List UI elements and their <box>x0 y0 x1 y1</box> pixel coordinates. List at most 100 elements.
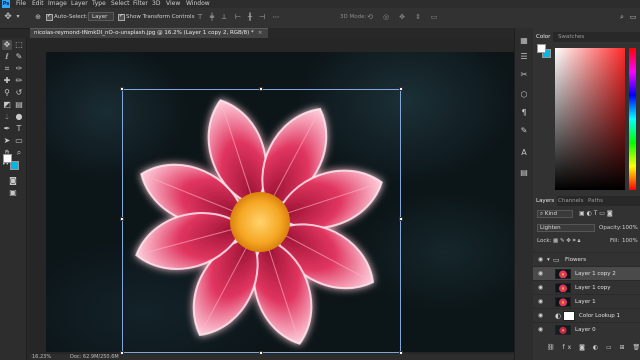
menu-window[interactable]: Window <box>186 0 210 8</box>
3d-slide-icon[interactable]: ⇕ <box>414 13 422 21</box>
align-right-icon[interactable]: ⊣ <box>258 13 266 21</box>
layer-row-layer-1-copy[interactable]: ◉ Layer 1 copy <box>533 280 640 294</box>
layer-row-layer-1-copy-2[interactable]: ◉ Layer 1 copy 2 <box>533 266 640 280</box>
stamp-icon[interactable]: ⚲ <box>2 88 12 98</box>
workspace-icon[interactable]: ▭ <box>629 13 637 21</box>
eyedropper-icon[interactable]: ✑ <box>14 64 24 74</box>
pen-icon[interactable]: ✒ <box>2 124 12 134</box>
adjustments-icon[interactable]: ✂ <box>519 70 529 80</box>
layer-row-color-lookup-1[interactable]: ◉ ◐ Color Lookup 1 <box>533 308 640 322</box>
align-left-icon[interactable]: ⊢ <box>234 13 242 21</box>
layer-row-flowers[interactable]: ◉ ▾ ▭ Flowers <box>533 252 640 266</box>
eye-icon[interactable]: ◉ <box>537 298 544 305</box>
right-panels: Color Swatches Layers Channels Paths ⌕ K… <box>533 28 640 360</box>
marquee-icon[interactable]: ⬚ <box>14 40 24 50</box>
tab-layers[interactable]: Layers <box>533 196 558 206</box>
crop-icon[interactable]: ⌗ <box>2 64 12 74</box>
eye-icon[interactable]: ◉ <box>537 326 544 333</box>
gradient-icon[interactable]: ▤ <box>14 100 24 110</box>
menu-select[interactable]: Select <box>111 0 130 8</box>
chevron-down-icon[interactable]: ▾ <box>547 257 550 263</box>
align-hcenter-icon[interactable]: ╫ <box>246 13 254 21</box>
move-tool-icon[interactable]: ✥ <box>4 13 12 22</box>
eye-icon[interactable]: ◉ <box>537 270 544 277</box>
show-transform-checkbox[interactable] <box>118 13 125 21</box>
tab-channels[interactable]: Channels <box>555 196 586 206</box>
eye-icon[interactable]: ◉ <box>537 312 544 319</box>
menu-3d[interactable]: 3D <box>152 0 160 8</box>
3d-icon[interactable]: ⬡ <box>519 90 529 100</box>
hue-slider[interactable] <box>629 48 636 190</box>
distribute-icon[interactable]: ⋯ <box>272 13 280 21</box>
3d-scale-icon[interactable]: ▭ <box>430 13 438 21</box>
path-select-icon[interactable]: ➤ <box>2 136 12 146</box>
menu-file[interactable]: File <box>16 0 26 8</box>
canvas-area[interactable] <box>30 38 532 354</box>
3d-rotate-icon[interactable]: ⟲ <box>366 13 374 21</box>
document-info: Doc: 62.9M/250.6M <box>70 354 119 360</box>
dodge-icon[interactable]: ● <box>14 112 24 122</box>
auto-select-checkbox[interactable] <box>46 13 53 21</box>
layer-filter-dropdown[interactable]: ⌕ Kind <box>537 210 573 218</box>
zoom-icon[interactable]: ⌕ <box>14 148 24 158</box>
align-bottom-icon[interactable]: ⊥ <box>220 13 228 21</box>
close-icon[interactable]: × <box>258 30 263 36</box>
menu-edit[interactable]: Edit <box>32 0 44 8</box>
layers-footer-icons[interactable]: ⛓ fx ◙ ◐ ▭ ⊞ 🗑︎ <box>547 344 640 351</box>
tab-paths[interactable]: Paths <box>585 196 606 206</box>
menu-type[interactable]: Type <box>92 0 106 8</box>
auto-select-target-value: Layer <box>92 14 108 20</box>
lasso-icon[interactable]: ℓ <box>2 52 12 62</box>
history-brush-icon[interactable]: ↺ <box>14 88 24 98</box>
quick-select-icon[interactable]: ✎ <box>14 52 24 62</box>
layer-row-layer-0[interactable]: ◉ Layer 0 <box>533 322 640 336</box>
eye-icon[interactable]: ◉ <box>537 256 544 263</box>
document-canvas[interactable] <box>46 52 518 352</box>
paragraph-icon[interactable]: ¶ <box>519 108 529 118</box>
zoom-level[interactable]: 16.23% <box>32 354 51 360</box>
screen-mode-icon[interactable]: ▣ <box>8 188 18 198</box>
properties-icon[interactable]: ☰ <box>519 52 529 62</box>
brush-settings-icon[interactable]: ✎ <box>519 126 529 136</box>
flower-image <box>135 99 383 345</box>
tool-preset-icon[interactable]: ⊕ <box>34 13 42 21</box>
3d-drag-icon[interactable]: ✥ <box>398 13 406 21</box>
opacity-value[interactable]: 100% <box>622 225 638 231</box>
flower-center <box>230 192 290 252</box>
search-icon[interactable]: ⌕ <box>618 13 626 21</box>
show-transform-label: Show Transform Controls <box>126 14 195 20</box>
filter-icons[interactable]: ▣ ◐ T ▭ ◙ <box>579 210 613 217</box>
saturation-brightness-field[interactable] <box>555 48 625 190</box>
3d-roll-icon[interactable]: ◎ <box>382 13 390 21</box>
layer-row-layer-1[interactable]: ◉ Layer 1 <box>533 294 640 308</box>
quick-mask-icon[interactable]: ◙ <box>8 176 18 186</box>
align-top-icon[interactable]: ⊤ <box>196 13 204 21</box>
healing-icon[interactable]: ✚ <box>2 76 12 86</box>
libraries-icon[interactable]: ▤ <box>519 168 529 178</box>
auto-select-label: Auto-Select: <box>54 14 88 20</box>
type-icon[interactable]: T <box>14 124 24 134</box>
character-icon[interactable]: A <box>519 148 529 158</box>
eraser-icon[interactable]: ◩ <box>2 100 12 110</box>
shape-icon[interactable]: ▭ <box>14 136 24 146</box>
flower-petals <box>135 99 383 345</box>
brush-icon[interactable]: ✏ <box>14 76 24 86</box>
menu-view[interactable]: View <box>166 0 180 8</box>
document-tab-title: nicolas-reymond-tNmkDI_nO-o-unsplash.jpg… <box>34 30 254 36</box>
color-foreground-swatch[interactable] <box>537 44 546 53</box>
blur-icon[interactable]: 💧︎ <box>2 112 12 122</box>
move-icon[interactable]: ✥ <box>2 40 12 50</box>
fill-value[interactable]: 100% <box>622 238 638 244</box>
menu-filter[interactable]: Filter <box>133 0 148 8</box>
blend-mode-dropdown[interactable]: Lighten <box>537 224 595 232</box>
foreground-color-swatch[interactable] <box>3 154 12 163</box>
menu-image[interactable]: Image <box>48 0 67 8</box>
align-vcenter-icon[interactable]: ╪ <box>208 13 216 21</box>
tools-panel: ✥ ⬚ ℓ ✎ ⌗ ✑ ✚ ✏ ⚲ ↺ ◩ ▤ 💧︎ ● ✒ T ➤ ▭ ✋︎ … <box>0 38 27 360</box>
menu-layer[interactable]: Layer <box>71 0 88 8</box>
lock-icons[interactable]: ▦ ✎ ✥ ⌗ 🔒︎ <box>553 238 580 245</box>
eye-icon[interactable]: ◉ <box>537 284 544 291</box>
auto-select-target-dropdown[interactable]: Layer <box>88 12 114 21</box>
chevron-down-icon[interactable]: ▾ <box>14 13 22 21</box>
history-icon[interactable]: ▦ <box>519 36 529 46</box>
